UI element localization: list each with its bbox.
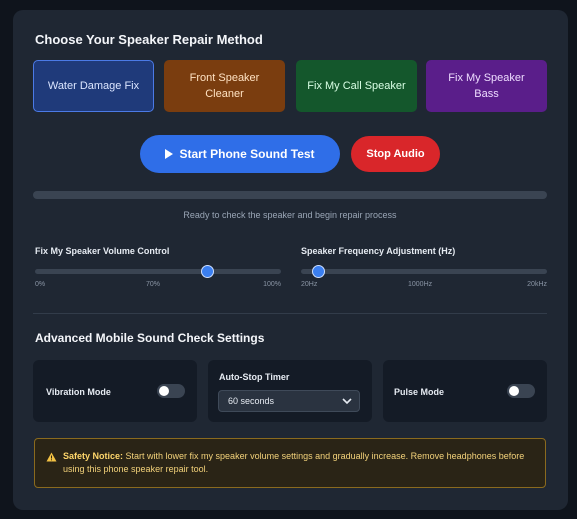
frequency-tick-max: 20kHz <box>527 281 547 288</box>
volume-tick-mid: 70% <box>146 281 161 288</box>
play-icon <box>165 149 174 159</box>
volume-slider-thumb[interactable] <box>200 265 214 278</box>
timer-value: 60 seconds <box>228 396 275 406</box>
volume-label: Fix My Speaker Volume Control <box>35 246 170 256</box>
safety-notice: Safety Notice: Start with lower fix my s… <box>34 438 546 488</box>
frequency-slider[interactable] <box>301 265 547 278</box>
pulse-card: Pulse Mode <box>383 360 547 422</box>
timer-label: Auto-Stop Timer <box>219 372 290 382</box>
vibration-toggle[interactable] <box>157 384 185 398</box>
volume-tick-min: 0% <box>35 281 46 288</box>
status-text: Ready to check the speaker and begin rep… <box>183 210 397 220</box>
method-fix-speaker-bass[interactable]: Fix My Speaker Bass <box>426 60 547 112</box>
repair-panel: Choose Your Speaker Repair Method Water … <box>13 10 568 510</box>
safety-notice-title: Safety Notice: <box>63 451 124 461</box>
frequency-tick-min: 20Hz <box>301 281 318 288</box>
stop-audio-button[interactable]: Stop Audio <box>351 136 440 172</box>
timer-card: Auto-Stop Timer 60 seconds <box>208 360 372 422</box>
divider <box>33 313 547 314</box>
volume-slider[interactable] <box>35 265 281 278</box>
advanced-settings-title: Advanced Mobile Sound Check Settings <box>35 331 265 345</box>
chevron-down-icon <box>342 398 352 405</box>
pulse-toggle[interactable] <box>507 384 535 398</box>
method-front-speaker-cleaner[interactable]: Front Speaker Cleaner <box>164 60 285 112</box>
frequency-label: Speaker Frequency Adjustment (Hz) <box>301 246 456 256</box>
start-button-label: Start Phone Sound Test <box>179 147 315 161</box>
safety-notice-text: Start with lower fix my speaker volume s… <box>63 451 525 474</box>
vibration-card: Vibration Mode <box>33 360 197 422</box>
frequency-slider-thumb[interactable] <box>311 265 325 278</box>
pulse-toggle-knob <box>509 386 519 396</box>
start-sound-test-button[interactable]: Start Phone Sound Test <box>140 135 340 173</box>
method-water-damage-fix[interactable]: Water Damage Fix <box>33 60 154 112</box>
vibration-toggle-knob <box>159 386 169 396</box>
frequency-tick-mid: 1000Hz <box>408 281 433 288</box>
section-title: Choose Your Speaker Repair Method <box>35 32 263 47</box>
vibration-label: Vibration Mode <box>46 387 111 397</box>
method-fix-call-speaker[interactable]: Fix My Call Speaker <box>296 60 417 112</box>
progress-bar <box>33 191 547 199</box>
pulse-label: Pulse Mode <box>394 387 445 397</box>
volume-tick-max: 100% <box>263 281 281 288</box>
warning-icon <box>46 452 57 462</box>
timer-select[interactable]: 60 seconds <box>218 390 360 412</box>
